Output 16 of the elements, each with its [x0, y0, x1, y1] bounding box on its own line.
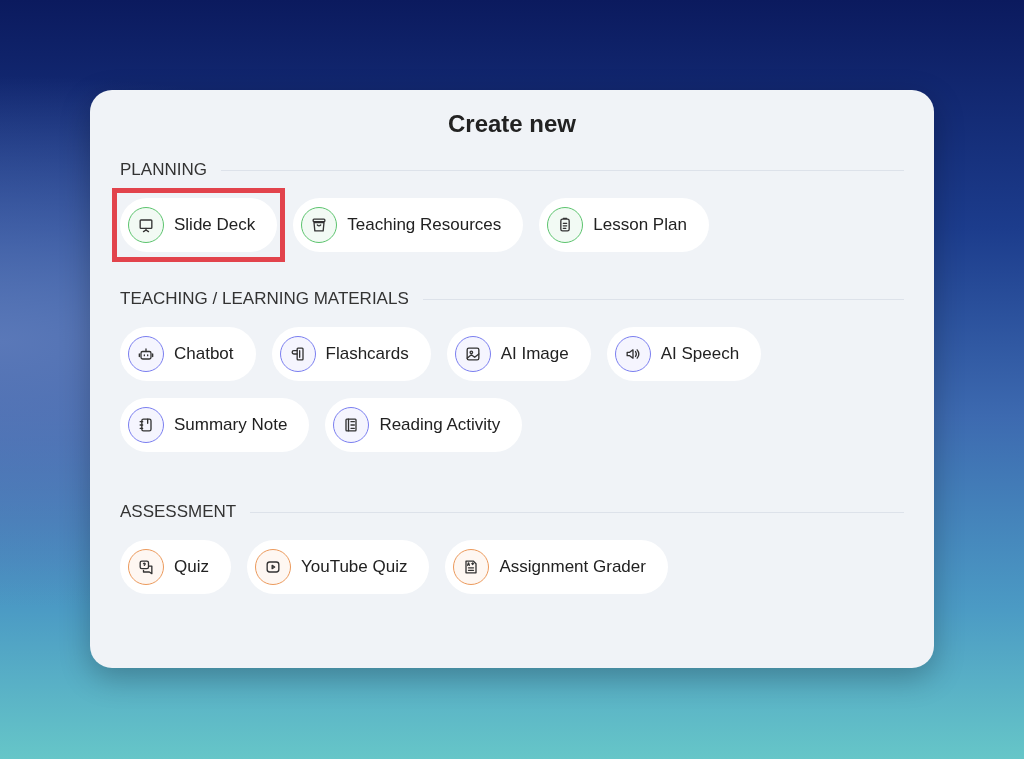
create-option-button[interactable]: Reading Activity: [325, 398, 523, 452]
dialog-title: Create new: [446, 110, 578, 138]
create-option-button[interactable]: YouTube Quiz: [246, 540, 430, 594]
create-option-button[interactable]: AI Image: [446, 327, 591, 381]
create-option-button[interactable]: Lesson Plan: [539, 198, 709, 252]
section-heading: PLANNING: [120, 160, 207, 180]
create-option-button[interactable]: Flashcards: [271, 327, 431, 381]
create-option-button[interactable]: Teaching Resources: [293, 198, 524, 252]
create-option-button[interactable]: AI Speech: [606, 327, 762, 381]
section-heading: TEACHING / LEARNING MATERIALS: [120, 289, 409, 309]
create-option-button[interactable]: Assignment Grader: [445, 540, 668, 594]
create-option-button[interactable]: Chatbot: [120, 327, 256, 381]
create-option-button[interactable]: Quiz: [120, 540, 231, 594]
create-option-button[interactable]: Slide Deck: [120, 198, 278, 252]
create-option-button[interactable]: Summary Note: [120, 398, 310, 452]
section-heading: ASSESSMENT: [120, 502, 237, 522]
